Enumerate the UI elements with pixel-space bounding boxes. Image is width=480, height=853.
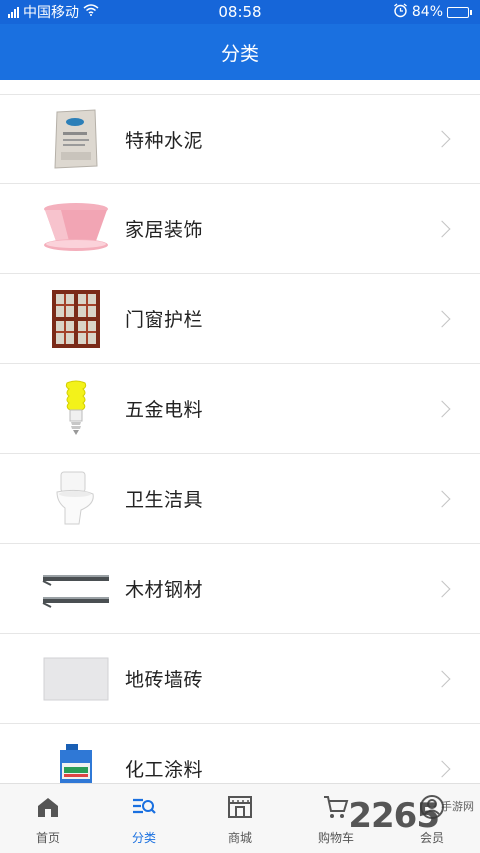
chevron-right-icon	[433, 490, 451, 507]
tab-label: 购物车	[317, 831, 354, 845]
chevron-right-icon	[433, 670, 451, 687]
carrier-label: 中国移动	[23, 5, 79, 21]
tab-label: 商城	[227, 831, 252, 845]
battery-percent: 84%	[411, 4, 443, 20]
category-label: 卫生洁具	[125, 489, 204, 511]
category-item[interactable]: 木材钢材	[0, 544, 480, 634]
cart-icon	[323, 794, 349, 829]
tab-store[interactable]: 商城	[192, 784, 288, 853]
category-label: 木材钢材	[125, 579, 204, 601]
signal-icon	[8, 6, 19, 18]
category-icon	[131, 794, 157, 829]
category-label: 门窗护栏	[125, 309, 204, 331]
page-title: 分类	[220, 42, 259, 65]
category-label: 五金电料	[125, 399, 204, 421]
category-item[interactable]: 地砖墙砖	[0, 634, 480, 724]
status-bar: 中国移动 08:58 84%	[0, 0, 480, 24]
tab-home[interactable]: 首页	[0, 784, 96, 853]
category-item[interactable]: 卫生洁具	[0, 454, 480, 544]
home-icon	[35, 794, 61, 829]
chevron-right-icon	[433, 310, 451, 327]
category-list[interactable]: 特种水泥 家居装饰 门窗护栏 五金电料 卫生洁具 木材钢材 地砖墙砖 化工涂料	[0, 94, 480, 783]
tab-member[interactable]: 会员	[384, 784, 480, 853]
tab-label: 会员	[419, 831, 444, 845]
category-item[interactable]: 特种水泥	[0, 94, 480, 184]
category-label: 特种水泥	[125, 129, 204, 152]
chevron-right-icon	[433, 760, 451, 777]
category-item[interactable]: 五金电料	[0, 364, 480, 454]
category-item[interactable]: 门窗护栏	[0, 274, 480, 364]
tab-category[interactable]: 分类	[96, 784, 192, 853]
battery-icon	[447, 6, 472, 18]
chevron-right-icon	[433, 130, 451, 148]
tab-cart[interactable]: 购物车	[288, 784, 384, 853]
category-label: 家居装饰	[125, 219, 204, 241]
paint-bucket-icon	[28, 734, 124, 783]
chevron-right-icon	[433, 580, 451, 597]
chevron-right-icon	[433, 400, 451, 417]
category-label: 化工涂料	[125, 759, 204, 781]
user-icon	[419, 794, 445, 829]
steel-bar-icon	[28, 554, 124, 624]
light-bulb-icon	[28, 374, 124, 444]
chevron-right-icon	[433, 220, 451, 237]
page-header: 分类	[0, 24, 480, 80]
category-item[interactable]: 家居装饰	[0, 184, 480, 274]
tile-icon	[28, 644, 124, 714]
tab-label: 分类	[131, 831, 156, 845]
flower-pot-icon	[28, 194, 124, 264]
app-root: 中国移动 08:58 84% 分类 特种水泥 家居装饰 门窗护栏 五金电料 卫生…	[0, 0, 480, 853]
alarm-icon	[393, 2, 408, 22]
bottom-tab-bar: 首页 分类 商城 购物车 会员	[0, 783, 480, 853]
cement-bag-icon	[28, 104, 124, 174]
category-label: 地砖墙砖	[125, 669, 204, 691]
status-bar-left: 中国移动	[8, 2, 99, 22]
window-frame-icon	[28, 284, 124, 354]
wifi-icon	[83, 4, 99, 20]
store-icon	[227, 794, 253, 829]
category-item[interactable]: 化工涂料	[0, 724, 480, 783]
status-bar-right: 84%	[393, 2, 472, 22]
toilet-icon	[28, 464, 124, 534]
tab-label: 首页	[35, 831, 60, 845]
